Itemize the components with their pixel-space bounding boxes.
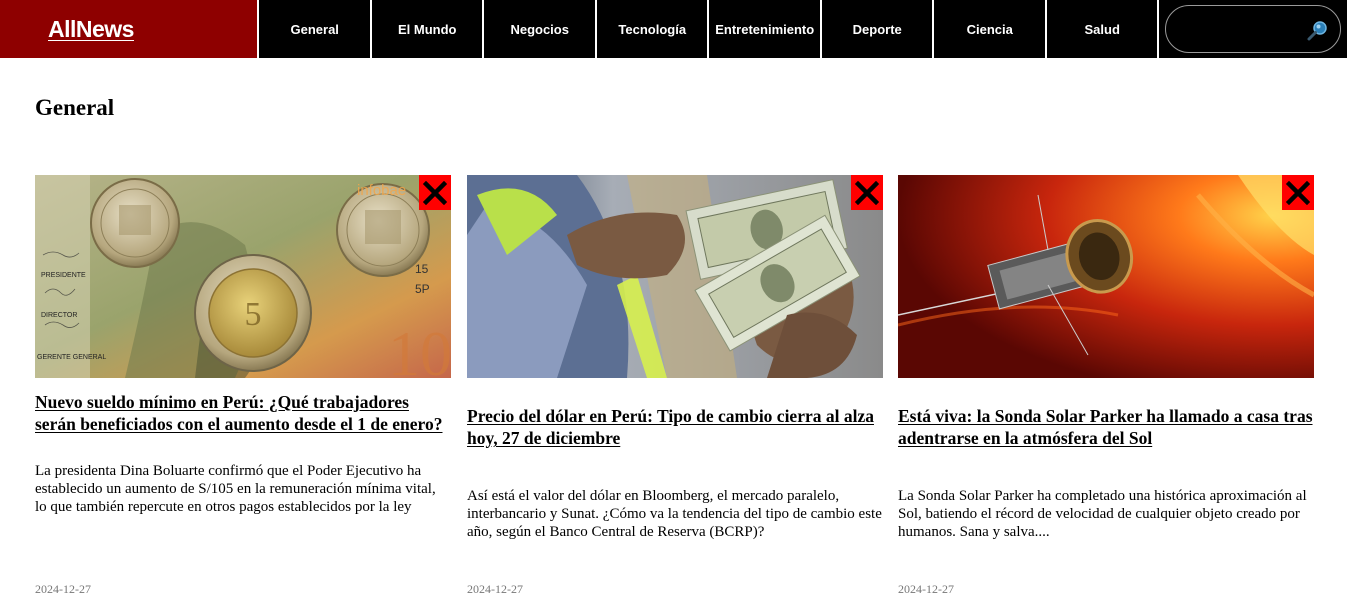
svg-text:15: 15: [415, 262, 429, 276]
article-title[interactable]: Está viva: la Sonda Solar Parker ha llam…: [898, 405, 1314, 449]
close-icon: [855, 180, 879, 205]
article-card: Está viva: la Sonda Solar Parker ha llam…: [898, 175, 1314, 596]
article-card: 5 10 15 5P PRESIDENTE DIRECTOR GERENTE G…: [35, 175, 451, 596]
nav-item-el-mundo[interactable]: El Mundo: [369, 0, 483, 58]
article-image-dollars[interactable]: [467, 175, 883, 378]
article-description: La Sonda Solar Parker ha completado una …: [898, 488, 1307, 540]
search-box[interactable]: [1165, 5, 1342, 53]
article-title[interactable]: Nuevo sueldo mínimo en Perú: ¿Qué trabaj…: [35, 391, 451, 435]
nav-item-deporte[interactable]: Deporte: [819, 0, 933, 58]
dollar-bills-image: [467, 175, 883, 378]
nav-item-ciencia[interactable]: Ciencia: [932, 0, 1045, 58]
article-title[interactable]: Precio del dólar en Perú: Tipo de cambio…: [467, 405, 883, 449]
nav-item-entretenimiento[interactable]: Entretenimiento: [707, 0, 820, 58]
article-card: Precio del dólar en Perú: Tipo de cambio…: [467, 175, 883, 596]
close-button[interactable]: [419, 175, 451, 210]
banknote-coins-image: 5 10 15 5P PRESIDENTE DIRECTOR GERENTE G…: [35, 175, 451, 378]
article-date: 2024-12-27: [898, 582, 954, 596]
nav-item-general[interactable]: General: [257, 0, 370, 58]
nav-item-tecnologia[interactable]: Tecnología: [594, 0, 708, 58]
brand-logo[interactable]: AllNews: [0, 0, 258, 58]
category-nav: General El Mundo Negocios Tecnología Ent…: [257, 0, 1157, 58]
svg-text:GERENTE GENERAL: GERENTE GENERAL: [37, 354, 106, 361]
svg-text:10: 10: [388, 318, 451, 378]
close-button[interactable]: [851, 175, 883, 210]
close-icon: [1286, 180, 1310, 205]
article-date: 2024-12-27: [467, 582, 523, 596]
top-navigation-bar: AllNews General El Mundo Negocios Tecnol…: [0, 0, 1347, 58]
nav-item-salud[interactable]: Salud: [1044, 0, 1158, 58]
search-icon[interactable]: [1306, 18, 1330, 42]
close-icon: [423, 180, 447, 205]
article-description: Así está el valor del dólar en Bloomberg…: [467, 488, 882, 540]
brand-name[interactable]: AllNews: [48, 16, 134, 43]
svg-text:PRESIDENTE: PRESIDENTE: [41, 272, 86, 279]
search-container: [1157, 0, 1347, 58]
search-input[interactable]: [1178, 16, 1309, 44]
image-watermark: infobae: [357, 182, 406, 199]
svg-text:DIRECTOR: DIRECTOR: [41, 312, 77, 319]
article-date: 2024-12-27: [35, 582, 91, 596]
svg-text:5P: 5P: [415, 282, 430, 296]
article-image-banknote[interactable]: 5 10 15 5P PRESIDENTE DIRECTOR GERENTE G…: [35, 175, 451, 378]
nav-item-negocios[interactable]: Negocios: [482, 0, 595, 58]
svg-text:5: 5: [245, 296, 262, 333]
solar-probe-image: [898, 175, 1314, 378]
section-title: General: [35, 95, 115, 120]
article-image-solar-probe[interactable]: [898, 175, 1314, 378]
close-button[interactable]: [1282, 175, 1314, 210]
article-description: La presidenta Dina Boluarte confirmó que…: [35, 463, 436, 515]
